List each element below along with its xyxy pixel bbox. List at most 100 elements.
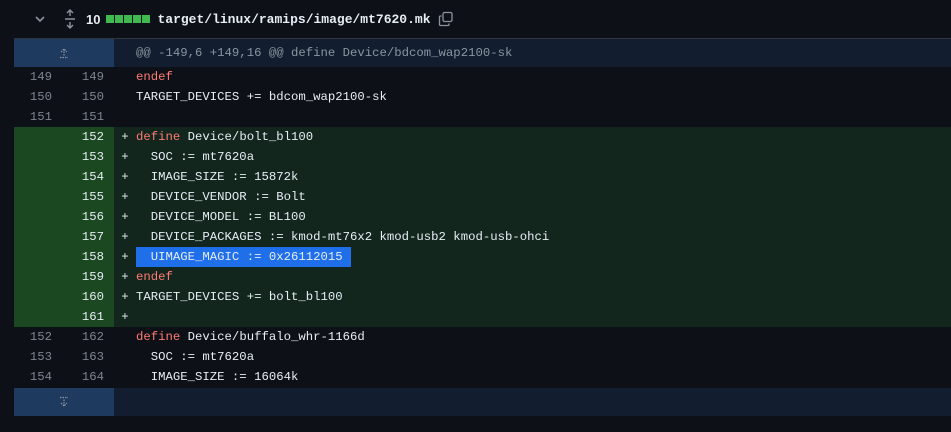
diff-sign (114, 67, 136, 87)
added-line-row: 156 + DEVICE_MODEL := BL100 (14, 207, 951, 227)
old-line-number[interactable] (14, 307, 52, 327)
new-line-number[interactable]: 151 (52, 107, 104, 127)
old-line-number[interactable] (14, 227, 52, 247)
line-gutter: 152 (14, 127, 114, 147)
code-line[interactable]: IMAGE_SIZE := 16064k (136, 367, 299, 387)
old-line-number[interactable] (14, 127, 52, 147)
old-line-number[interactable]: 150 (14, 87, 52, 107)
code-text: UIMAGE_MAGIC := 0x26112015 (136, 250, 343, 264)
context-line-row: 150 150 TARGET_DEVICES += bdcom_wap2100-sk (14, 87, 951, 107)
code-line[interactable]: TARGET_DEVICES += bdcom_wap2100-sk (136, 87, 387, 107)
new-line-number[interactable]: 149 (52, 67, 104, 87)
code-line[interactable]: endef (136, 267, 173, 287)
code-line[interactable]: DEVICE_VENDOR := Bolt (136, 187, 306, 207)
new-line-number[interactable]: 159 (52, 267, 104, 287)
code-line[interactable]: UIMAGE_MAGIC := 0x26112015 (136, 247, 351, 267)
expand-all-icon[interactable] (60, 7, 80, 31)
diff-sign (114, 87, 136, 107)
keyword: define (136, 130, 181, 144)
new-line-number[interactable]: 160 (52, 287, 104, 307)
old-line-number[interactable] (14, 147, 52, 167)
added-line-row: 154 + IMAGE_SIZE := 15872k (14, 167, 951, 187)
diffstat-block (142, 15, 151, 23)
line-gutter: 157 (14, 227, 114, 247)
added-line-row: 158 + UIMAGE_MAGIC := 0x26112015 (14, 247, 951, 267)
added-line-row: 160 + TARGET_DEVICES += bolt_bl100 (14, 287, 951, 307)
code-text: IMAGE_SIZE := 15872k (136, 170, 299, 184)
line-gutter: 149 149 (14, 67, 114, 87)
diff-sign: + (121, 310, 129, 324)
old-line-number[interactable]: 153 (14, 347, 52, 367)
line-gutter: 153 (14, 147, 114, 167)
expand-down-button[interactable] (14, 388, 114, 416)
code-text: DEVICE_VENDOR := Bolt (136, 190, 306, 204)
code-text: DEVICE_MODEL := BL100 (136, 210, 306, 224)
old-line-number[interactable] (14, 167, 52, 187)
new-line-number[interactable]: 162 (52, 327, 104, 347)
diff-sign: + (121, 250, 129, 264)
context-line-row: 151 151 (14, 107, 951, 127)
code-text: SOC := mt7620a (136, 350, 255, 364)
code-line[interactable]: IMAGE_SIZE := 15872k (136, 167, 299, 187)
new-line-number[interactable]: 164 (52, 367, 104, 387)
diffstat-bars (106, 15, 151, 23)
new-line-number[interactable]: 157 (52, 227, 104, 247)
old-line-number[interactable] (14, 267, 52, 287)
old-line-number[interactable]: 151 (14, 107, 52, 127)
old-line-number[interactable]: 149 (14, 67, 52, 87)
copy-icon[interactable] (437, 10, 455, 28)
code-line[interactable]: endef (136, 67, 173, 87)
diff-sign (114, 107, 136, 127)
code-line[interactable]: SOC := mt7620a (136, 347, 254, 367)
hunk-header-row: @@ -149,6 +149,16 @@ define Device/bdcom… (14, 39, 951, 67)
diff-sign: + (121, 170, 129, 184)
diffstat-block (115, 15, 124, 23)
old-line-number[interactable] (14, 287, 52, 307)
code-line[interactable]: define Device/buffalo_whr-1166d (136, 327, 365, 347)
hunk-header: @@ -149,6 +149,16 @@ define Device/bdcom… (136, 46, 513, 60)
added-line-row: 157 + DEVICE_PACKAGES := kmod-mt76x2 kmod… (14, 227, 951, 247)
context-line-row: 149 149 endef (14, 67, 951, 87)
line-gutter: 153 163 (14, 347, 114, 367)
line-gutter: 156 (14, 207, 114, 227)
new-line-number[interactable]: 154 (52, 167, 104, 187)
new-line-number[interactable]: 153 (52, 147, 104, 167)
code-line[interactable]: TARGET_DEVICES += bolt_bl100 (136, 287, 343, 307)
diff-sign: + (121, 130, 129, 144)
keyword: endef (136, 270, 173, 284)
code-text: Device/bolt_bl100 (180, 130, 314, 144)
diff-sign: + (121, 150, 129, 164)
chevron-down-icon[interactable] (28, 7, 52, 31)
new-line-number[interactable]: 155 (52, 187, 104, 207)
added-line-row: 152 + define Device/bolt_bl100 (14, 127, 951, 147)
old-line-number[interactable]: 152 (14, 327, 52, 347)
diff-sign: + (121, 270, 129, 284)
code-text: TARGET_DEVICES += bdcom_wap2100-sk (136, 90, 387, 104)
context-line-row: 152 162 define Device/buffalo_whr-1166d (14, 327, 951, 347)
new-line-number[interactable]: 156 (52, 207, 104, 227)
diffstat-block (124, 15, 133, 23)
diffstat-block (133, 15, 142, 23)
old-line-number[interactable]: 154 (14, 367, 52, 387)
keyword: endef (136, 70, 173, 84)
new-line-number[interactable]: 161 (52, 307, 104, 327)
line-gutter: 150 150 (14, 87, 114, 107)
new-line-number[interactable]: 163 (52, 347, 104, 367)
code-line[interactable]: DEVICE_PACKAGES := kmod-mt76x2 kmod-usb2… (136, 227, 550, 247)
new-line-number[interactable]: 150 (52, 87, 104, 107)
diff-sign: + (121, 290, 129, 304)
expand-up-button[interactable] (14, 39, 114, 67)
old-line-number[interactable] (14, 207, 52, 227)
code-text: SOC := mt7620a (136, 150, 255, 164)
code-line[interactable]: SOC := mt7620a (136, 147, 254, 167)
expand-up-icon (60, 48, 68, 59)
new-line-number[interactable]: 158 (52, 247, 104, 267)
old-line-number[interactable] (14, 187, 52, 207)
old-line-number[interactable] (14, 247, 52, 267)
expand-down-icon (60, 396, 68, 407)
code-line[interactable]: DEVICE_MODEL := BL100 (136, 207, 306, 227)
new-line-number[interactable]: 152 (52, 127, 104, 147)
file-path[interactable]: target/linux/ramips/image/mt7620.mk (157, 12, 430, 27)
code-line[interactable]: define Device/bolt_bl100 (136, 127, 313, 147)
hunk-footer-row (14, 388, 951, 416)
